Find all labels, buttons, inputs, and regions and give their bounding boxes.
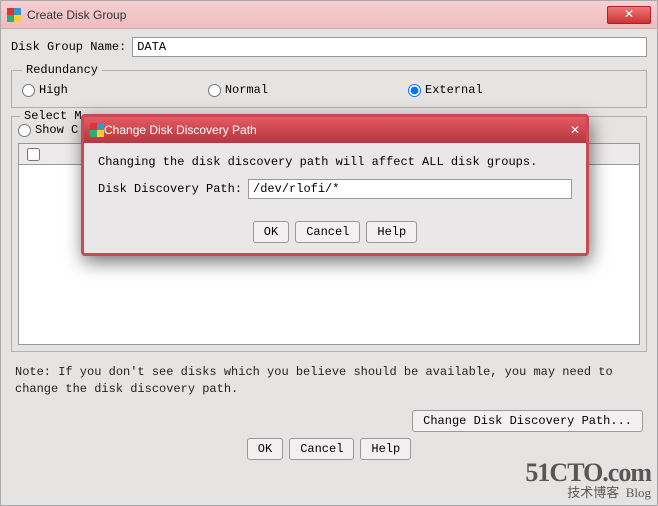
dialog-app-icon: [90, 123, 104, 137]
redundancy-legend: Redundancy: [22, 63, 102, 77]
redundancy-group: Redundancy High Normal External: [11, 63, 647, 108]
main-titlebar: Create Disk Group ✕: [1, 1, 657, 29]
main-ok-button[interactable]: OK: [247, 438, 283, 460]
app-icon: [7, 8, 21, 22]
select-all-checkbox[interactable]: [27, 148, 40, 161]
change-discovery-path-button[interactable]: Change Disk Discovery Path...: [412, 410, 643, 432]
main-cancel-button[interactable]: Cancel: [289, 438, 354, 460]
redundancy-normal[interactable]: Normal: [208, 83, 268, 97]
dialog-button-row: OK Cancel Help: [98, 221, 572, 243]
main-close-button[interactable]: ✕: [607, 6, 651, 24]
redundancy-high[interactable]: High: [22, 83, 68, 97]
dialog-title: Change Disk Discovery Path: [104, 123, 257, 137]
member-disks-legend: Select M: [20, 109, 86, 123]
note-text: Note: If you don't see disks which you b…: [15, 364, 643, 398]
dialog-cancel-button[interactable]: Cancel: [295, 221, 360, 243]
main-help-button[interactable]: Help: [360, 438, 411, 460]
main-button-row: OK Cancel Help: [11, 438, 647, 460]
dialog-close-button[interactable]: ✕: [570, 123, 580, 137]
dialog-help-button[interactable]: Help: [366, 221, 417, 243]
disk-group-name-label: Disk Group Name:: [11, 40, 126, 54]
dialog-titlebar: Change Disk Discovery Path ✕: [84, 117, 586, 143]
discovery-path-label: Disk Discovery Path:: [98, 182, 242, 196]
dialog-warning-text: Changing the disk discovery path will af…: [98, 155, 572, 169]
discovery-path-input[interactable]: [248, 179, 572, 199]
dialog-ok-button[interactable]: OK: [253, 221, 289, 243]
change-path-dialog: Change Disk Discovery Path ✕ Changing th…: [81, 114, 589, 256]
disk-group-name-input[interactable]: [132, 37, 647, 57]
main-title: Create Disk Group: [27, 8, 126, 22]
redundancy-external[interactable]: External: [408, 83, 483, 97]
